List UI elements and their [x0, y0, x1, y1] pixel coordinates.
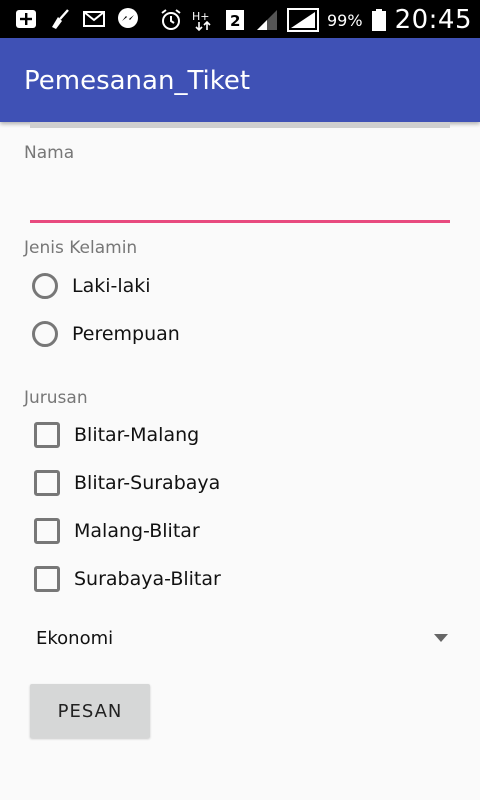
checkbox-option-blitar-surabaya[interactable]: Blitar-Surabaya	[32, 470, 220, 496]
checkbox[interactable]	[34, 470, 60, 496]
dropdown-arrow-icon	[434, 634, 448, 642]
gender-label: Jenis Kelamin	[24, 238, 138, 258]
radio-label: Laki-laki	[72, 275, 151, 297]
checkbox-option-blitar-malang[interactable]: Blitar-Malang	[32, 422, 199, 448]
radio-label: Perempuan	[72, 323, 180, 345]
checkbox[interactable]	[34, 566, 60, 592]
checkbox-option-surabaya-blitar[interactable]: Surabaya-Blitar	[32, 566, 221, 592]
mail-icon	[82, 7, 106, 31]
checkbox[interactable]	[34, 422, 60, 448]
app-title: Pemesanan_Tiket	[24, 66, 251, 96]
svg-text:2: 2	[230, 12, 240, 30]
name-label: Nama	[24, 143, 75, 163]
radio-button[interactable]	[32, 273, 58, 299]
checkbox-label: Surabaya-Blitar	[74, 568, 221, 590]
add-box-icon	[14, 7, 38, 31]
sim-2-icon: 2	[223, 8, 247, 32]
scrolled-field-edge	[30, 122, 450, 128]
clock: 20:45	[394, 5, 472, 35]
broom-icon	[48, 7, 72, 31]
status-bar: H+ 2 99% 20:45	[0, 0, 480, 38]
checkbox-label: Blitar-Surabaya	[74, 472, 221, 494]
route-label: Jurusan	[24, 388, 88, 408]
h-plus-network-icon: H+	[191, 8, 215, 32]
signal-icon	[287, 8, 319, 32]
radio-option-male[interactable]: Laki-laki	[32, 273, 151, 299]
alarm-icon	[159, 8, 183, 32]
battery-percent: 99%	[327, 10, 363, 30]
battery-icon	[371, 8, 387, 32]
checkbox-label: Malang-Blitar	[74, 520, 200, 542]
app-bar: Pemesanan_Tiket	[0, 38, 480, 122]
messenger-icon	[116, 7, 140, 31]
class-spinner[interactable]: Ekonomi	[30, 620, 456, 660]
spinner-selected-value: Ekonomi	[36, 628, 114, 649]
checkbox-label: Blitar-Malang	[74, 424, 200, 446]
order-button[interactable]: PESAN	[30, 684, 150, 738]
radio-option-female[interactable]: Perempuan	[32, 321, 180, 347]
checkbox-option-malang-blitar[interactable]: Malang-Blitar	[32, 518, 200, 544]
signal-icon	[255, 8, 279, 32]
radio-button[interactable]	[32, 321, 58, 347]
name-input[interactable]	[30, 176, 450, 223]
checkbox[interactable]	[34, 518, 60, 544]
